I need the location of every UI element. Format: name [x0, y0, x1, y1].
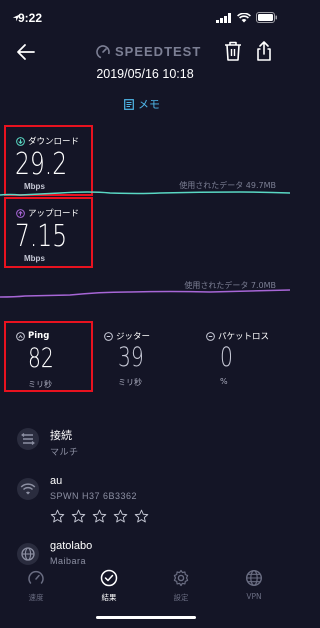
jitter-value: 39 — [118, 342, 144, 373]
share-button[interactable] — [255, 40, 277, 64]
wifi-signal-icon — [17, 478, 39, 500]
tab-settings[interactable]: 設定 — [156, 569, 206, 603]
delete-button[interactable] — [223, 40, 245, 64]
tab-results[interactable]: 結果 — [84, 569, 134, 603]
packet-loss-unit: % — [220, 377, 228, 386]
download-label: ダウンロード — [28, 137, 80, 147]
download-arrow-icon — [16, 136, 25, 146]
speedtest-logo-icon — [96, 44, 110, 59]
download-value: 29.2 — [15, 147, 68, 182]
arrow-left-icon — [17, 44, 35, 60]
trash-icon — [225, 41, 241, 61]
connection-row: 接続 マルチ — [16, 427, 276, 457]
jitter-icon — [104, 331, 113, 341]
ping-icon — [16, 331, 25, 341]
star-icon[interactable] — [113, 509, 128, 524]
download-label-row: ダウンロード — [16, 135, 79, 147]
carrier-row: au SPWN H37 6B3362 — [16, 475, 276, 531]
top-bar: SPEEDTEST — [0, 36, 290, 68]
globe-icon — [245, 569, 263, 587]
memo-link[interactable]: メモ — [124, 96, 160, 112]
tab-settings-label: 設定 — [173, 593, 189, 602]
packet-loss-value: 0 — [220, 342, 233, 373]
ping-unit: ミリ秒 — [28, 380, 52, 389]
upload-label: アップロード — [28, 209, 80, 219]
multi-connection-icon — [17, 428, 39, 450]
share-icon — [257, 41, 271, 61]
upload-value: 7.15 — [15, 219, 68, 254]
download-metric: ダウンロード 29.2 Mbps — [4, 125, 93, 196]
upload-metric: アップロード 7.15 Mbps — [4, 197, 93, 268]
connection-title: 接続 — [50, 430, 72, 442]
back-button[interactable] — [14, 40, 38, 64]
battery-icon — [256, 12, 277, 23]
location-arrow-icon — [12, 14, 20, 22]
app-title: SPEEDTEST — [96, 44, 201, 59]
upload-unit: Mbps — [24, 254, 45, 263]
home-indicator — [96, 616, 196, 619]
carrier-name: au — [50, 475, 63, 487]
carrier-detail: SPWN H37 6B3362 — [50, 491, 138, 501]
upload-arrow-icon — [16, 208, 25, 218]
test-datetime: 2019/05/16 10:18 — [96, 67, 194, 81]
gear-icon — [173, 569, 189, 587]
packet-loss-metric: パケットロス 0 % — [206, 330, 286, 390]
server-row: gatolabo Maibara — [16, 540, 276, 566]
check-circle-icon — [100, 569, 118, 587]
status-bar: 9:22 — [0, 0, 290, 36]
tab-speed-label: 速度 — [28, 593, 44, 602]
ping-value: 82 — [28, 343, 54, 374]
star-icon[interactable] — [92, 509, 107, 524]
jitter-label: ジッター — [116, 332, 151, 342]
connection-detail: マルチ — [50, 447, 79, 457]
speed-gauge-icon — [28, 570, 44, 584]
jitter-metric: ジッター 39 ミリ秒 — [104, 330, 184, 390]
status-time: 9:22 — [18, 11, 43, 25]
wifi-icon — [237, 12, 251, 22]
jitter-unit: ミリ秒 — [118, 378, 142, 387]
server-name: gatolabo — [50, 540, 93, 552]
ping-label: Ping — [28, 331, 50, 341]
ping-label-row: Ping — [16, 331, 49, 341]
globe-server-icon — [17, 543, 39, 565]
jitter-label-row: ジッター — [104, 330, 150, 342]
packet-loss-icon — [206, 331, 215, 341]
upload-wave — [0, 289, 290, 298]
cellular-signal-icon — [216, 12, 231, 23]
upload-label-row: アップロード — [16, 207, 79, 219]
star-icon[interactable] — [134, 509, 149, 524]
memo-label: メモ — [138, 98, 160, 111]
app-title-text: SPEEDTEST — [115, 44, 202, 59]
memo-icon — [124, 98, 134, 110]
packet-loss-label: パケットロス — [218, 332, 270, 342]
tab-vpn[interactable]: VPN — [229, 569, 279, 601]
packet-loss-label-row: パケットロス — [206, 330, 269, 342]
ping-highlight: Ping 82 ミリ秒 — [4, 321, 93, 392]
status-icons — [12, 12, 278, 23]
tab-speed[interactable]: 速度 — [11, 569, 61, 603]
carrier-rating[interactable] — [50, 509, 149, 524]
tab-vpn-label: VPN — [246, 592, 262, 601]
tab-results-label: 結果 — [101, 593, 117, 602]
star-icon[interactable] — [50, 509, 65, 524]
star-icon[interactable] — [71, 509, 86, 524]
